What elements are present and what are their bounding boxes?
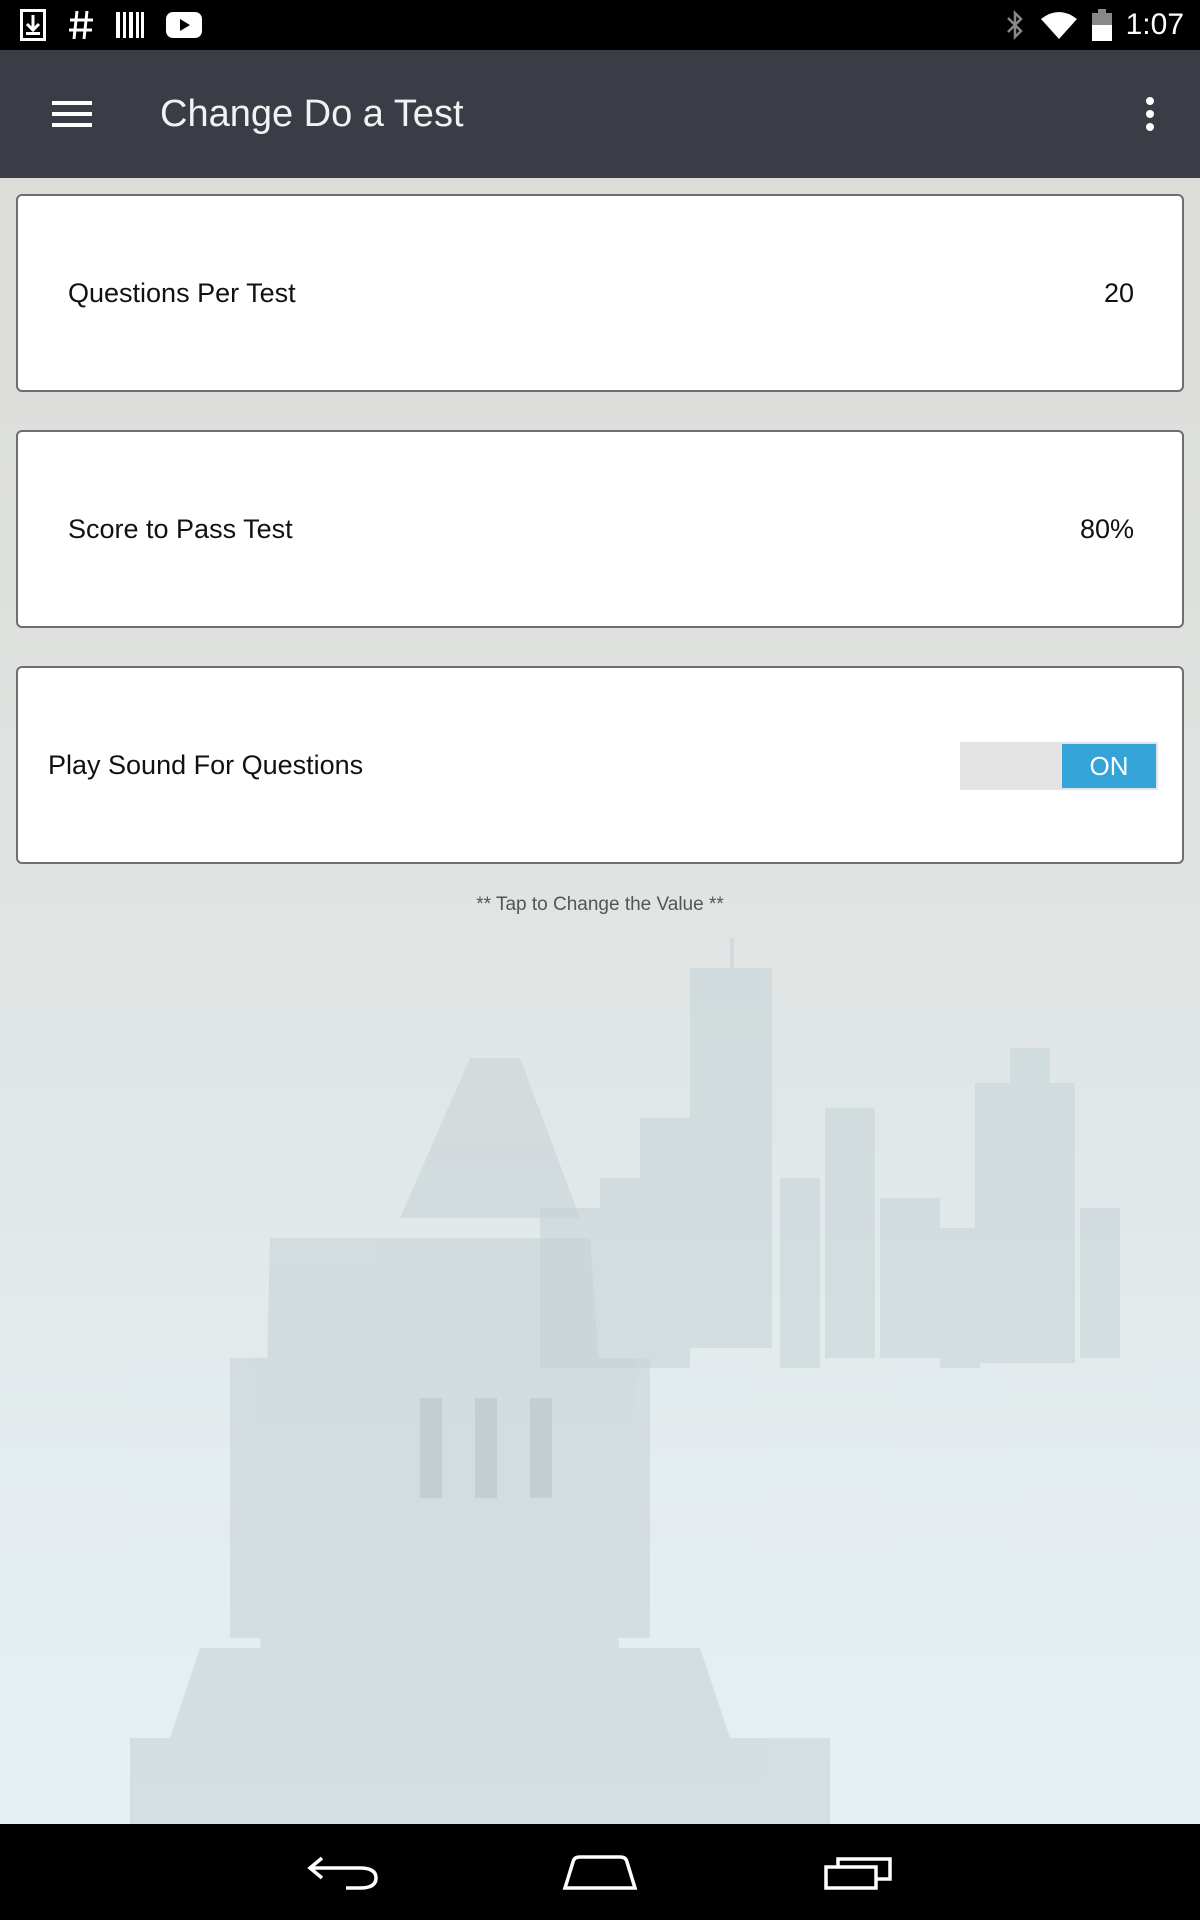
clock: 1:07	[1125, 8, 1184, 41]
setting-value: 80%	[1079, 513, 1134, 544]
questions-per-test-setting[interactable]: Questions Per Test 20	[16, 194, 1184, 392]
setting-label: Score to Pass Test	[68, 513, 293, 544]
page-title: Change Do a Test	[160, 92, 464, 135]
wifi-icon	[1040, 10, 1078, 40]
battery-icon	[1091, 9, 1112, 41]
barcode-icon	[116, 10, 144, 40]
back-icon[interactable]	[293, 1844, 393, 1900]
setting-label: Play Sound For Questions	[48, 749, 364, 780]
home-icon[interactable]	[550, 1844, 650, 1900]
settings-content: Questions Per Test 20 Score to Pass Test…	[0, 178, 1200, 1824]
download-icon	[20, 9, 46, 41]
tap-hint-text: ** Tap to Change the Value **	[476, 894, 724, 915]
setting-label: Questions Per Test	[68, 277, 296, 308]
bluetooth-icon	[1004, 9, 1026, 41]
navigation-bar	[0, 1824, 1200, 1920]
hash-icon	[68, 9, 94, 41]
more-vert-icon[interactable]	[1120, 78, 1180, 150]
recents-icon[interactable]	[808, 1844, 908, 1900]
setting-value: 20	[1103, 277, 1134, 308]
toggle-on-label: ON	[1062, 744, 1156, 788]
app-bar: Change Do a Test	[0, 50, 1200, 178]
hamburger-menu-icon[interactable]	[36, 78, 108, 150]
background-skyline-image	[130, 938, 1120, 1824]
play-sound-setting[interactable]: Play Sound For Questions ON	[16, 666, 1184, 864]
status-bar: 1:07	[0, 0, 1200, 50]
score-to-pass-setting[interactable]: Score to Pass Test 80%	[16, 430, 1184, 628]
notification-icons	[20, 9, 202, 41]
sound-toggle-switch[interactable]: ON	[960, 742, 1158, 790]
youtube-icon	[166, 12, 202, 38]
system-icons: 1:07	[1004, 8, 1184, 42]
